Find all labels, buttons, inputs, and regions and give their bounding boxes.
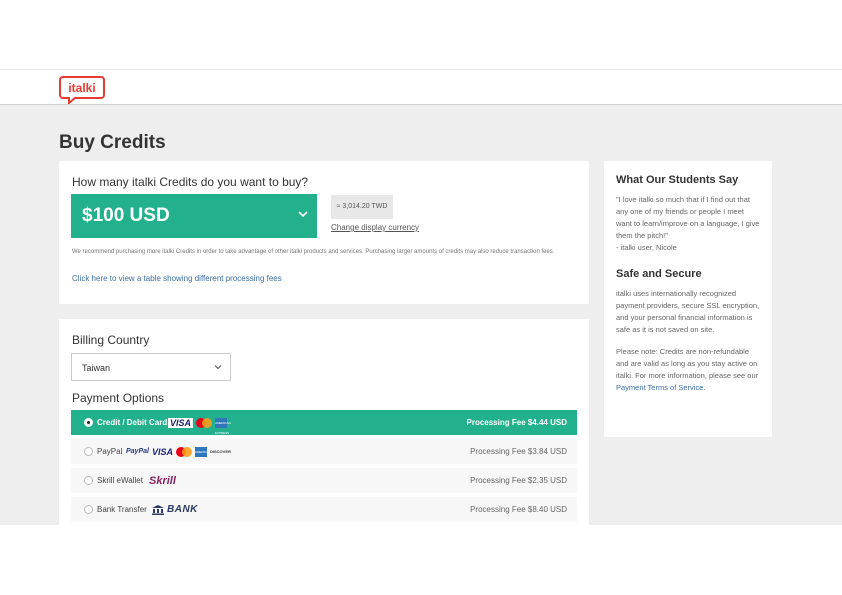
- payment-option-name: PayPal: [97, 447, 123, 456]
- skrill-logos: Skrill: [149, 474, 176, 487]
- payment-option-skrill[interactable]: Skrill eWallet Skrill Processing Fee $2.…: [71, 468, 577, 493]
- processing-fee: Processing Fee $8.40 USD: [470, 505, 567, 514]
- bank-logos: BANK: [152, 503, 198, 516]
- radio-button[interactable]: [84, 505, 93, 514]
- credits-question: How many italki Credits do you want to b…: [72, 175, 309, 189]
- refund-note: Please note: Credits are non-refundable …: [616, 346, 760, 394]
- payment-option-card[interactable]: Credit / Debit Card VISA AMERICAN EXPRES…: [71, 410, 577, 435]
- radio-button[interactable]: [84, 447, 93, 456]
- processing-fee: Processing Fee $4.44 USD: [466, 418, 568, 427]
- testimonial: "I love italki so much that if I find ou…: [616, 194, 760, 254]
- card-logos: VISA AMERICAN EXPRESS: [168, 416, 231, 435]
- payment-option-name: Bank Transfer: [97, 505, 147, 514]
- radio-button[interactable]: [84, 418, 93, 427]
- page-title: Buy Credits: [59, 132, 166, 153]
- billing-country-value: Taiwan: [82, 363, 111, 373]
- recommendation-text: We recommend purchasing more italki Cred…: [72, 249, 555, 255]
- chevron-down-icon: [214, 365, 222, 370]
- skrill-logo: Skrill: [149, 474, 176, 487]
- paypal-logos: PayPal VISA AMERICAN EXPRESS DISCOVER: [126, 445, 231, 464]
- page: italki Buy Credits How many italki Credi…: [0, 0, 842, 595]
- discover-logo: DISCOVER: [209, 449, 231, 454]
- payment-options-label: Payment Options: [72, 391, 165, 405]
- payment-terms-link[interactable]: Payment Terms of Service: [616, 383, 703, 392]
- mastercard-icon: [196, 417, 213, 428]
- logo-text: italki: [68, 81, 95, 95]
- payment-option-bank[interactable]: Bank Transfer BANK Processing Fee $8.40 …: [71, 497, 577, 522]
- paypal-logo: PayPal: [126, 448, 149, 455]
- bank-logo-text: BANK: [167, 504, 198, 515]
- visa-logo: VISA: [151, 446, 173, 457]
- processing-fee: Processing Fee $3.84 USD: [470, 447, 567, 456]
- note-text: Please note: Credits are non-refundable …: [616, 347, 759, 380]
- billing-country-select[interactable]: Taiwan: [71, 353, 231, 381]
- top-navbar: italki: [0, 69, 842, 105]
- processing-fee: Processing Fee $2.35 USD: [470, 476, 567, 485]
- amex-logo: AMERICAN EXPRESS: [194, 446, 211, 464]
- secure-title: Safe and Secure: [616, 268, 702, 280]
- radio-button[interactable]: [84, 476, 93, 485]
- billing-card: Billing Country Taiwan Payment Options C…: [59, 319, 589, 525]
- testimonial-title: What Our Students Say: [616, 174, 739, 186]
- visa-logo: VISA: [168, 417, 194, 428]
- amex-logo: AMERICAN EXPRESS: [215, 417, 231, 435]
- billing-country-label: Billing Country: [72, 333, 150, 347]
- credit-amount-dropdown[interactable]: $100 USD: [71, 194, 317, 238]
- info-sidebar: What Our Students Say "I love italki so …: [604, 161, 772, 437]
- main-content: Buy Credits How many italki Credits do y…: [0, 105, 842, 525]
- testimonial-author: - italki user, Nicole: [616, 243, 677, 252]
- italki-logo[interactable]: italki: [59, 76, 105, 104]
- processing-fees-link[interactable]: Click here to view a table showing diffe…: [72, 274, 282, 283]
- payment-option-name: Credit / Debit Card: [97, 418, 168, 427]
- payment-option-paypal[interactable]: PayPal PayPal VISA AMERICAN EXPRESS DISC…: [71, 439, 577, 464]
- chevron-down-icon: [298, 211, 308, 218]
- credits-card: How many italki Credits do you want to b…: [59, 161, 589, 304]
- mastercard-icon: [175, 446, 192, 457]
- testimonial-quote: "I love italki so much that if I find ou…: [616, 195, 760, 240]
- converted-amount-badge: ≈ 3,014.20 TWD: [331, 195, 393, 219]
- secure-text: italki uses internationally recognized p…: [616, 289, 760, 334]
- payment-option-name: Skrill eWallet: [97, 476, 143, 485]
- change-currency-link[interactable]: Change display currency: [331, 223, 419, 232]
- credit-amount-value: $100 USD: [82, 205, 170, 226]
- note-end: .: [703, 383, 706, 392]
- bank-icon: [152, 504, 164, 515]
